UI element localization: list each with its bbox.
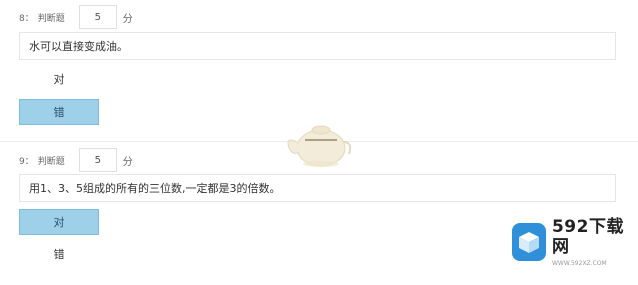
option-true[interactable]: 对 (19, 66, 99, 92)
score-unit: 分 (122, 13, 133, 25)
option-true-selected[interactable]: 对 (19, 209, 99, 235)
question-text: 用1、3、5组成的所有的三位数,一定都是3的倍数。 (19, 174, 616, 202)
question-header: 8： 判断题 5 分 (19, 3, 133, 31)
option-false-selected[interactable]: 错 (19, 99, 99, 125)
question-text: 水可以直接变成油。 (19, 32, 616, 60)
logo-url: WWW.592XZ.COM (551, 259, 607, 267)
score-unit: 分 (122, 156, 133, 168)
question-header: 9： 判断题 5 分 (19, 146, 133, 174)
teapot-watermark-icon (283, 112, 355, 174)
question-type: 判断题 (37, 13, 65, 24)
score-input[interactable]: 5 (78, 5, 117, 29)
logo-name: 592下载网 (551, 216, 624, 257)
question-number: 9： (19, 156, 34, 167)
option-false[interactable]: 错 (19, 241, 99, 267)
question-type: 判断题 (37, 156, 65, 167)
score-input[interactable]: 5 (78, 148, 117, 172)
box-logo-icon (512, 223, 546, 261)
site-logo: 592下载网 WWW.592XZ.COM (512, 217, 632, 267)
question-number: 8： (19, 13, 34, 24)
